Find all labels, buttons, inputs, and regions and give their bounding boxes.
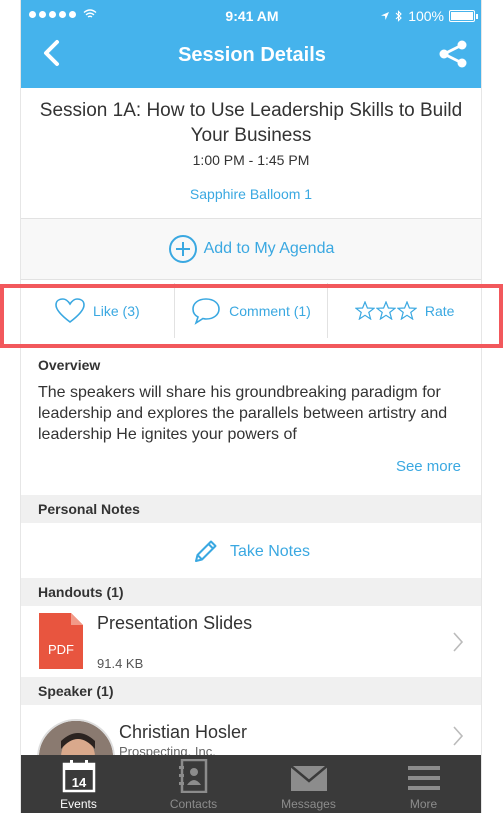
tab-events[interactable]: 14 Events	[21, 755, 136, 813]
like-label: Like (3)	[92, 302, 140, 319]
tab-contacts[interactable]: Contacts	[136, 755, 251, 813]
rate-label: Rate	[424, 302, 455, 319]
star-icon	[396, 301, 417, 320]
take-notes-button[interactable]: Take Notes	[21, 524, 481, 580]
take-notes-label: Take Notes	[229, 543, 311, 560]
tab-messages[interactable]: Messages	[251, 755, 366, 813]
location-icon	[381, 12, 390, 20]
comment-button[interactable]: Comment (1)	[175, 283, 329, 338]
overview-heading: Overview	[38, 357, 101, 373]
session-time: 1:00 PM - 1:45 PM	[192, 152, 310, 168]
page-title: Session Details	[178, 44, 326, 66]
envelope-icon	[289, 765, 328, 791]
share-icon[interactable]	[437, 38, 469, 70]
speaker-heading: Speaker (1)	[38, 683, 114, 699]
handout-size: 91.4 KB	[97, 656, 144, 671]
personal-notes-heading: Personal Notes	[38, 501, 140, 517]
top-bar: 9:41 AM 100% Session Details	[21, 0, 481, 88]
session-header: Session 1A: How to Use Leadership Skills…	[21, 88, 481, 218]
session-title: Session 1A: How to Use Leadership Skills…	[39, 100, 463, 146]
list-item-speaker[interactable]: Christian Hosler Prospecting, Inc.	[21, 705, 481, 797]
pencil-icon	[194, 540, 217, 562]
phone-screen: 9:41 AM 100% Session Details Session 1A:…	[20, 0, 482, 813]
menu-icon	[407, 766, 440, 790]
bluetooth-icon	[395, 10, 402, 22]
list-item-handout[interactable]: PDF Presentation Slides 91.4 KB	[21, 605, 481, 677]
speech-bubble-icon	[192, 297, 220, 325]
personal-notes-header: Personal Notes	[21, 495, 481, 523]
speaker-header: Speaker (1)	[21, 677, 481, 705]
calendar-icon: 14	[62, 760, 95, 793]
heart-icon	[55, 297, 85, 323]
rate-button[interactable]: Rate	[328, 283, 481, 338]
tab-more[interactable]: More	[366, 755, 481, 813]
tab-label: Events	[60, 797, 97, 811]
battery-icon	[449, 10, 478, 22]
overview-section: Overview The speakers will share his gro…	[21, 350, 481, 495]
rating-stars	[354, 301, 417, 320]
chevron-right-icon	[453, 726, 464, 746]
action-bar: Like (3) Comment (1) Rate	[21, 283, 481, 338]
like-button[interactable]: Like (3)	[21, 283, 175, 338]
status-bar: 9:41 AM 100%	[21, 0, 481, 30]
speaker-name: Christian Hosler	[119, 722, 248, 742]
tab-bar: 14 Events Contacts Messages More	[21, 755, 481, 813]
session-room-link[interactable]: Sapphire Balloom 1	[21, 186, 481, 202]
plus-circle-icon	[168, 235, 197, 263]
comment-label: Comment (1)	[229, 302, 311, 319]
nav-bar: Session Details	[21, 30, 481, 80]
battery-percent: 100%	[408, 8, 444, 24]
address-book-icon	[178, 759, 207, 793]
chevron-right-icon	[453, 632, 464, 652]
pdf-type-label: PDF	[48, 642, 74, 657]
overview-text: The speakers will share his groundbreaki…	[38, 384, 448, 443]
tab-label: More	[409, 797, 438, 811]
see-more-link[interactable]: See more	[396, 458, 461, 475]
calendar-date: 14	[71, 775, 86, 790]
handouts-header: Handouts (1)	[21, 578, 481, 606]
handouts-heading: Handouts (1)	[38, 584, 124, 600]
tab-label: Contacts	[169, 797, 218, 811]
add-to-agenda-label: Add to My Agenda	[203, 240, 335, 257]
handout-name: Presentation Slides	[97, 613, 253, 633]
tab-label: Messages	[281, 797, 336, 811]
pdf-file-icon: PDF	[39, 613, 83, 669]
add-to-agenda-button[interactable]: Add to My Agenda	[21, 218, 481, 280]
star-icon	[354, 301, 375, 320]
star-icon	[375, 301, 396, 320]
